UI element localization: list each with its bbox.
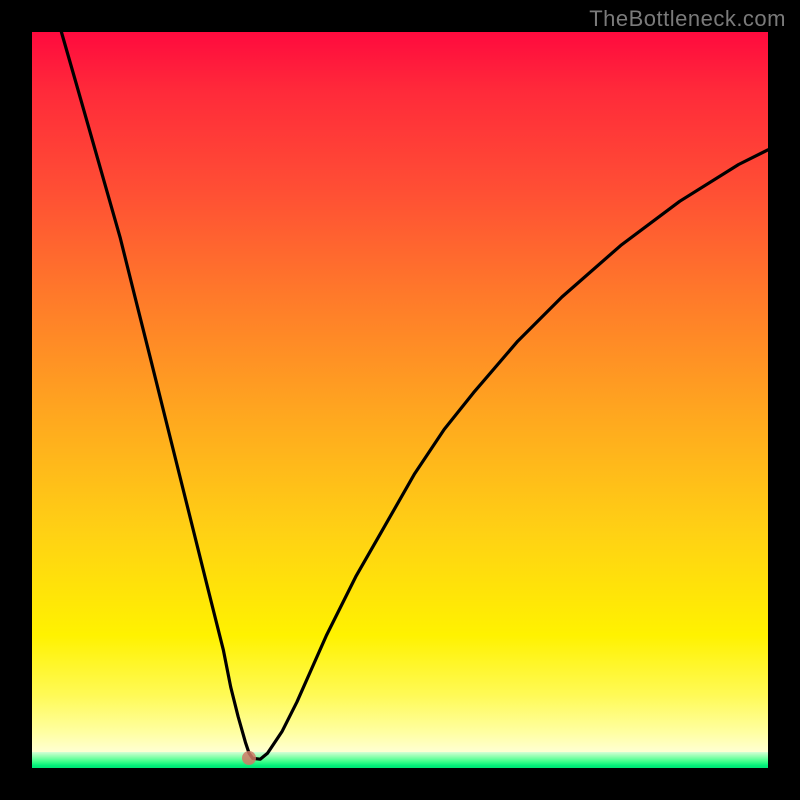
curve-path bbox=[61, 32, 768, 759]
watermark-label: TheBottleneck.com bbox=[589, 6, 786, 32]
plot-area bbox=[32, 32, 768, 768]
bottleneck-curve bbox=[32, 32, 768, 768]
chart-frame: TheBottleneck.com bbox=[0, 0, 800, 800]
vertex-marker bbox=[242, 751, 256, 765]
